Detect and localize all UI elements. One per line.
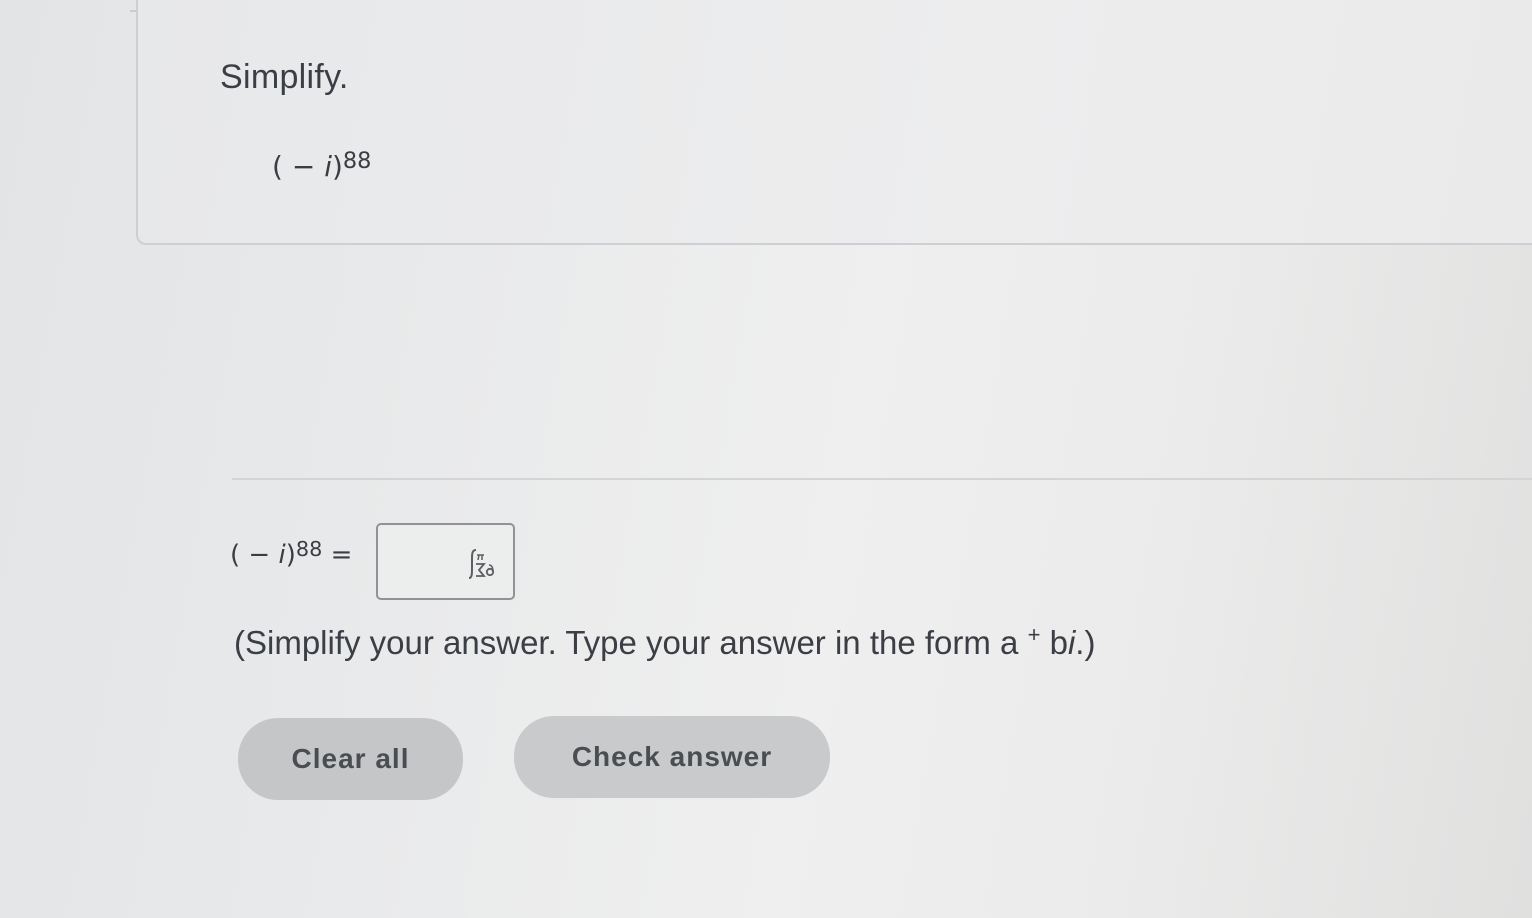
question-expression: ( − i)88: [272, 148, 372, 183]
answer-lhs-open: ( −: [230, 540, 279, 570]
instructions-b: b: [1049, 624, 1068, 661]
answer-instructions: (Simplify your answer. Type your answer …: [234, 622, 1095, 662]
answer-lhs: ( − i)88 =: [230, 536, 353, 570]
question-card: [136, 0, 1532, 245]
section-divider: [232, 478, 1532, 480]
instructions-plus: +: [1027, 622, 1041, 647]
math-palette-icon[interactable]: [460, 548, 500, 582]
expression-open: ( −: [272, 150, 325, 183]
check-answer-button[interactable]: Check answer: [514, 716, 830, 798]
answer-lhs-exponent: 88: [295, 536, 323, 561]
expression-exponent: 88: [342, 148, 372, 175]
expression-variable: i: [324, 150, 332, 183]
answer-lhs-variable: i: [278, 540, 286, 570]
question-prompt: Simplify.: [220, 58, 349, 96]
answer-lhs-close: ): [285, 540, 296, 570]
expression-close: ): [331, 150, 343, 183]
clear-all-button[interactable]: Clear all: [238, 718, 463, 800]
answer-equals: =: [322, 540, 353, 570]
instructions-text: (Simplify your answer. Type your answer …: [234, 624, 1019, 661]
instructions-end: .): [1075, 624, 1096, 661]
